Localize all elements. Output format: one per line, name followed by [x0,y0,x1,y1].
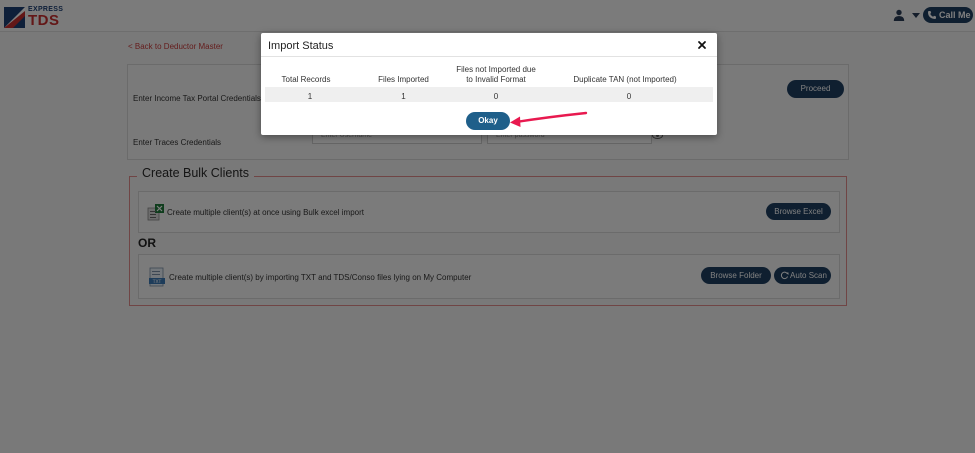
cell-files-not-imported: 0 [493,92,499,101]
dialog-header: Import Status [261,33,717,57]
col-header-files-not-imported-line2: to Invalid Format [466,75,526,84]
import-status-dialog: Import Status Total Records Files Import… [261,33,717,135]
cell-duplicate-tan: 0 [626,92,632,101]
col-header-duplicate-tan: Duplicate TAN (not Imported) [573,75,677,84]
cell-files-imported: 1 [401,92,406,101]
dialog-title: Import Status [268,40,334,52]
cell-total-records: 1 [307,92,313,101]
col-header-files-not-imported-line1: Files not Imported due [456,65,536,74]
annotation-arrow-icon [510,111,588,127]
close-icon[interactable] [697,40,707,50]
okay-button[interactable]: Okay [466,112,510,130]
col-header-files-imported: Files Imported [378,75,429,84]
col-header-total-records: Total Records [281,75,331,84]
